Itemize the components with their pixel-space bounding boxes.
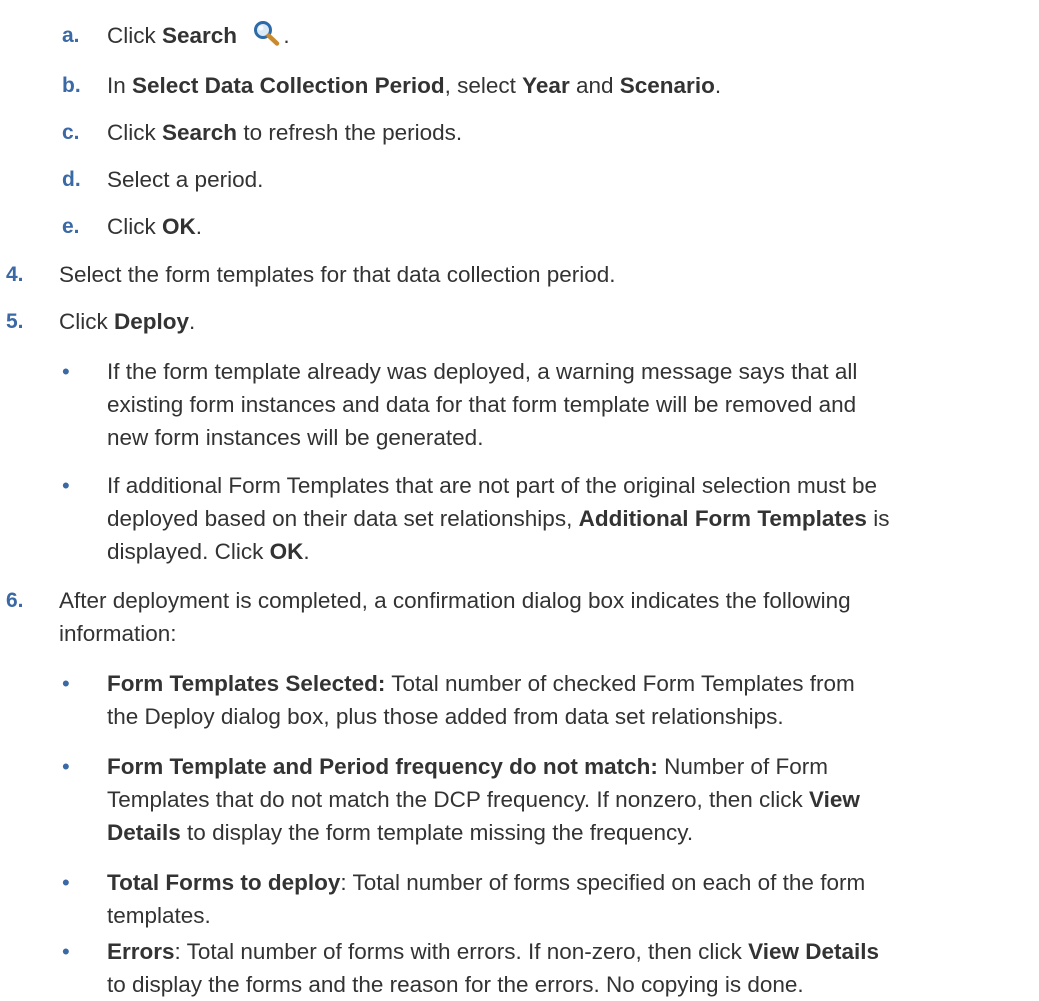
substep-marker: e. <box>62 215 80 238</box>
ui-term-details: Details <box>107 820 181 845</box>
step-text: Click Deploy. <box>59 305 1020 338</box>
text-run: . <box>303 539 310 564</box>
bullet-line: to display the forms and the reason for … <box>107 972 804 997</box>
substep-e: e. Click OK. <box>0 210 1020 243</box>
text-run: Total number of checked Form Templates f… <box>385 671 855 696</box>
text-run: Click <box>59 309 114 334</box>
bullet-glyph: • <box>62 473 70 498</box>
text-run: to refresh the periods. <box>237 120 463 145</box>
bullet-line: deployed based on their data set relatio… <box>107 502 1020 535</box>
step-line: After deployment is completed, a confirm… <box>59 588 851 613</box>
search-magnifier-icon <box>254 21 280 46</box>
ui-term-year: Year <box>522 73 570 98</box>
bullet-line: Errors: Total number of forms with error… <box>107 935 1020 968</box>
bullet-line: templates. <box>107 903 211 928</box>
text-run: Click <box>107 23 162 48</box>
text-run: : Total number of forms with errors. If … <box>174 939 749 964</box>
ui-term-deploy: Deploy <box>114 309 190 334</box>
term-label: Total Forms to deploy <box>107 870 341 895</box>
bullet-glyph: • <box>62 754 70 779</box>
bullet-line: the Deploy dialog box, plus those added … <box>107 704 784 729</box>
ui-term-select-dcp: Select Data Collection Period <box>132 73 445 98</box>
step-4: 4. Select the form templates for that da… <box>0 258 1020 291</box>
step-line: information: <box>59 621 177 646</box>
ui-term-additional-templates: Additional Form Templates <box>578 506 867 531</box>
term-label: Form Templates Selected: <box>107 671 386 696</box>
bullet-line: If the form template already was deploye… <box>107 359 858 384</box>
ui-term-scenario: Scenario <box>619 73 715 98</box>
text-run: : Total number of forms specified on eac… <box>340 870 866 895</box>
substep-marker: d. <box>62 168 81 191</box>
bullet-glyph: • <box>62 671 70 696</box>
list-item: • If the form template already was deplo… <box>0 355 1020 454</box>
text-run: Number of Form <box>657 754 828 779</box>
bullet-line: Details to display the form template mis… <box>107 816 1020 849</box>
text-run: , select <box>444 73 523 98</box>
substep-d: d. Select a period. <box>0 163 1020 196</box>
text-run: . <box>189 309 196 334</box>
substep-c: c. Click Search to refresh the periods. <box>0 116 1020 149</box>
bullet-line: new form instances will be generated. <box>107 425 484 450</box>
substep-text: In Select Data Collection Period, select… <box>107 69 1020 102</box>
ui-term-view-details: View Details <box>748 939 880 964</box>
list-item: • Form Template and Period frequency do … <box>0 750 1020 849</box>
text-run: displayed. Click <box>107 539 270 564</box>
ui-term-search: Search <box>162 120 238 145</box>
bullet-glyph: • <box>62 870 70 895</box>
substep-marker: b. <box>62 74 81 97</box>
substep-a: a. Click Search . <box>0 19 1020 52</box>
text-run: In <box>107 73 133 98</box>
text-run <box>237 23 243 48</box>
step-marker: 4. <box>6 263 24 286</box>
substep-marker: c. <box>62 121 80 144</box>
text-run: . <box>714 73 722 98</box>
text-run: Click <box>107 214 162 239</box>
list-item: • Form Templates Selected: Total number … <box>0 667 1020 733</box>
bullet-line: displayed. Click OK. <box>107 535 1020 568</box>
substep-text: Select a period. <box>107 167 264 192</box>
bullet-line: If additional Form Templates that are no… <box>107 473 877 498</box>
term-label: Form Template and Period frequency do no… <box>107 754 658 779</box>
substep-text: Click Search . <box>107 19 1020 52</box>
substep-text: Click Search to refresh the periods. <box>107 116 1020 149</box>
bullet-line: existing form instances and data for tha… <box>107 392 857 417</box>
text-run: . <box>195 214 203 239</box>
bullet-line: Form Template and Period frequency do no… <box>107 750 1020 783</box>
ui-term-ok: OK <box>269 539 304 564</box>
term-label: Errors <box>107 939 175 964</box>
text-run: and <box>569 73 620 98</box>
substep-marker: a. <box>62 24 80 47</box>
bullet-glyph: • <box>62 939 70 964</box>
substep-text: Click OK. <box>107 210 1020 243</box>
step-marker: 5. <box>6 310 24 333</box>
step-5: 5. Click Deploy. <box>0 305 1020 338</box>
substep-b: b. In Select Data Collection Period, sel… <box>0 69 1020 102</box>
text-run: to display the form template missing the… <box>180 820 694 845</box>
ui-term-ok: OK <box>162 214 196 239</box>
text-run: deployed based on their data set relatio… <box>107 506 579 531</box>
bullet-glyph: • <box>62 359 70 384</box>
text-run: is <box>866 506 890 531</box>
text-run: . <box>283 23 290 48</box>
text-run: Click <box>107 120 162 145</box>
list-item: • Total Forms to deploy: Total number of… <box>0 866 1020 932</box>
step-6: 6. After deployment is completed, a conf… <box>0 584 1020 650</box>
list-item: • Errors: Total number of forms with err… <box>0 935 1020 1001</box>
step-text: Select the form templates for that data … <box>59 262 616 287</box>
text-run: Templates that do not match the DCP freq… <box>107 787 810 812</box>
bullet-line: Form Templates Selected: Total number of… <box>107 667 1020 700</box>
bullet-line: Templates that do not match the DCP freq… <box>107 783 1020 816</box>
list-item: • If additional Form Templates that are … <box>0 469 1020 568</box>
bullet-line: Total Forms to deploy: Total number of f… <box>107 866 1020 899</box>
ui-term-search: Search <box>162 23 238 48</box>
ui-term-view: View <box>809 787 860 812</box>
step-marker: 6. <box>6 589 24 612</box>
